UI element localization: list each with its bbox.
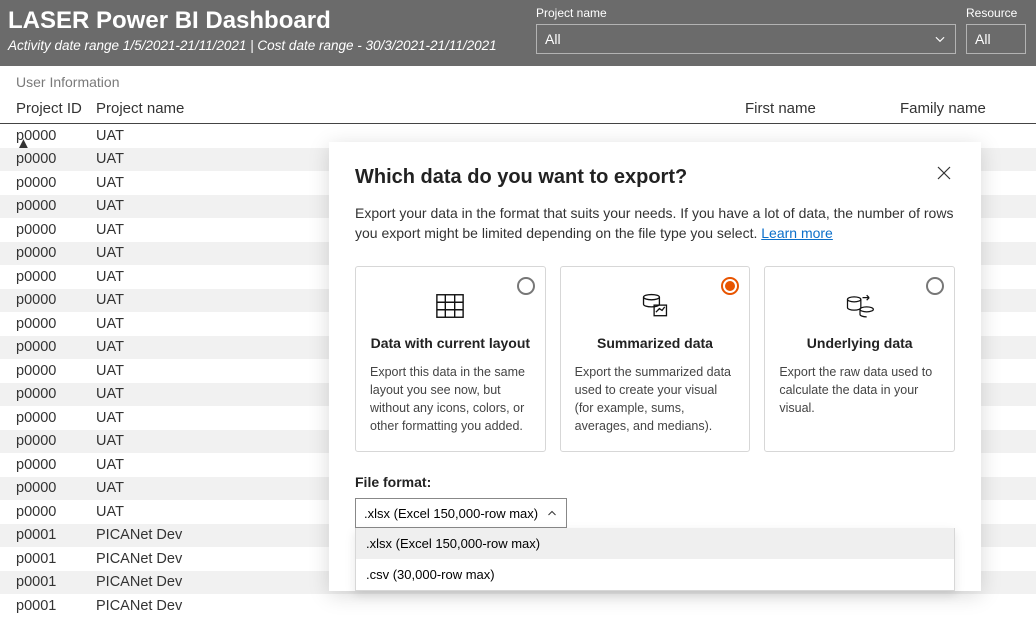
cell-project-id: p0000 — [16, 292, 96, 308]
col-family-name[interactable]: Family name — [900, 100, 1020, 117]
cell-project-id: p0001 — [16, 527, 96, 543]
cell-project-id: p0000 — [16, 410, 96, 426]
file-format-select[interactable]: .xlsx (Excel 150,000-row max) — [355, 498, 567, 528]
table-icon — [370, 289, 531, 323]
dialog-title: Which data do you want to export? — [355, 166, 955, 189]
chevron-up-icon — [546, 507, 558, 519]
cell-project-id: p0000 — [16, 198, 96, 214]
cell-project-id: p0000 — [16, 386, 96, 402]
page-subtitle: Activity date range 1/5/2021-21/11/2021 … — [8, 38, 536, 53]
cell-project-name: PICANet Dev — [96, 551, 336, 567]
cell-project-id: p0001 — [16, 598, 96, 614]
sort-asc-icon: ▲ — [16, 135, 31, 152]
cell-project-id: p0000 — [16, 433, 96, 449]
filter-resource: Resource All — [966, 6, 1026, 60]
cell-project-id: p0000 — [16, 457, 96, 473]
card-underlying-desc: Export the raw data used to calculate th… — [779, 363, 940, 417]
cell-project-name: UAT — [96, 292, 336, 308]
cell-project-name: PICANet Dev — [96, 527, 336, 543]
cell-project-name: UAT — [96, 198, 336, 214]
file-format-label: File format: — [355, 474, 955, 490]
cell-project-id: p0000 — [16, 222, 96, 238]
summarized-icon — [575, 289, 736, 323]
radio-underlying[interactable] — [926, 277, 944, 295]
cell-project-id: p0000 — [16, 175, 96, 191]
col-project-id[interactable]: Project ID ▲ — [16, 100, 96, 117]
cell-project-name: PICANet Dev — [96, 598, 336, 614]
close-button[interactable] — [935, 164, 953, 187]
radio-summarized[interactable] — [721, 277, 739, 295]
filter-resource-label: Resource — [966, 6, 1026, 20]
cell-project-id: p0000 — [16, 269, 96, 285]
grid-header: Project ID ▲ Project name First name Fam… — [0, 94, 1036, 124]
cell-project-name: PICANet Dev — [96, 574, 336, 590]
card-underlying-title: Underlying data — [779, 335, 940, 351]
filter-project: Project name All — [536, 6, 956, 60]
card-underlying[interactable]: Underlying data Export the raw data used… — [764, 266, 955, 453]
cell-project-id: p0000 — [16, 480, 96, 496]
filter-resource-value: All — [975, 31, 991, 47]
card-summarized-title: Summarized data — [575, 335, 736, 351]
cell-project-name: UAT — [96, 222, 336, 238]
cell-project-name: UAT — [96, 457, 336, 473]
table-row[interactable]: p0001PICANet Dev — [0, 594, 1036, 618]
cell-project-name: UAT — [96, 433, 336, 449]
cell-project-name: UAT — [96, 480, 336, 496]
filter-project-label: Project name — [536, 6, 956, 20]
cell-project-id: p0000 — [16, 504, 96, 520]
card-summarized[interactable]: Summarized data Export the summarized da… — [560, 266, 751, 453]
col-first-name[interactable]: First name — [745, 100, 900, 117]
col-spacer — [336, 100, 745, 117]
card-current-layout-desc: Export this data in the same layout you … — [370, 363, 531, 436]
underlying-icon — [779, 289, 940, 323]
cell-project-id: p0001 — [16, 551, 96, 567]
card-current-layout[interactable]: Data with current layout Export this dat… — [355, 266, 546, 453]
card-current-layout-title: Data with current layout — [370, 335, 531, 351]
cell-project-id: p0001 — [16, 574, 96, 590]
col-project-id-label: Project ID — [16, 100, 82, 117]
learn-more-link[interactable]: Learn more — [761, 225, 833, 241]
file-format-option-xlsx[interactable]: .xlsx (Excel 150,000-row max) — [356, 528, 954, 559]
cell-project-name: UAT — [96, 175, 336, 191]
cell-project-name: UAT — [96, 128, 336, 144]
filter-resource-select[interactable]: All — [966, 24, 1026, 54]
file-format-value: .xlsx (Excel 150,000-row max) — [364, 506, 538, 521]
cell-project-name: UAT — [96, 316, 336, 332]
page-title: LASER Power BI Dashboard — [8, 6, 536, 36]
cell-project-name: UAT — [96, 339, 336, 355]
chevron-down-icon — [933, 32, 947, 46]
cell-project-name: UAT — [96, 410, 336, 426]
filter-project-value: All — [545, 31, 561, 47]
export-dialog: Which data do you want to export? Export… — [329, 142, 981, 591]
cell-project-name: UAT — [96, 504, 336, 520]
app-header: LASER Power BI Dashboard Activity date r… — [0, 0, 1036, 66]
export-options: Data with current layout Export this dat… — [355, 266, 955, 453]
cell-project-name: UAT — [96, 151, 336, 167]
cell-project-name: UAT — [96, 386, 336, 402]
radio-current-layout[interactable] — [517, 277, 535, 295]
filter-project-select[interactable]: All — [536, 24, 956, 54]
cell-project-id: p0000 — [16, 316, 96, 332]
card-summarized-desc: Export the summarized data used to creat… — [575, 363, 736, 436]
cell-project-id: p0000 — [16, 363, 96, 379]
section-heading: User Information — [0, 66, 1036, 94]
cell-project-id: p0000 — [16, 151, 96, 167]
cell-project-name: UAT — [96, 363, 336, 379]
col-project-name[interactable]: Project name — [96, 100, 336, 117]
file-format-option-csv[interactable]: .csv (30,000-row max) — [356, 559, 954, 590]
cell-project-name: UAT — [96, 269, 336, 285]
file-format-dropdown: .xlsx (Excel 150,000-row max) .csv (30,0… — [355, 528, 955, 591]
dialog-description: Export your data in the format that suit… — [355, 203, 955, 244]
cell-project-name: UAT — [96, 245, 336, 261]
dialog-description-text: Export your data in the format that suit… — [355, 205, 953, 241]
cell-project-id: p0000 — [16, 245, 96, 261]
cell-project-id: p0000 — [16, 339, 96, 355]
close-icon — [935, 164, 953, 182]
